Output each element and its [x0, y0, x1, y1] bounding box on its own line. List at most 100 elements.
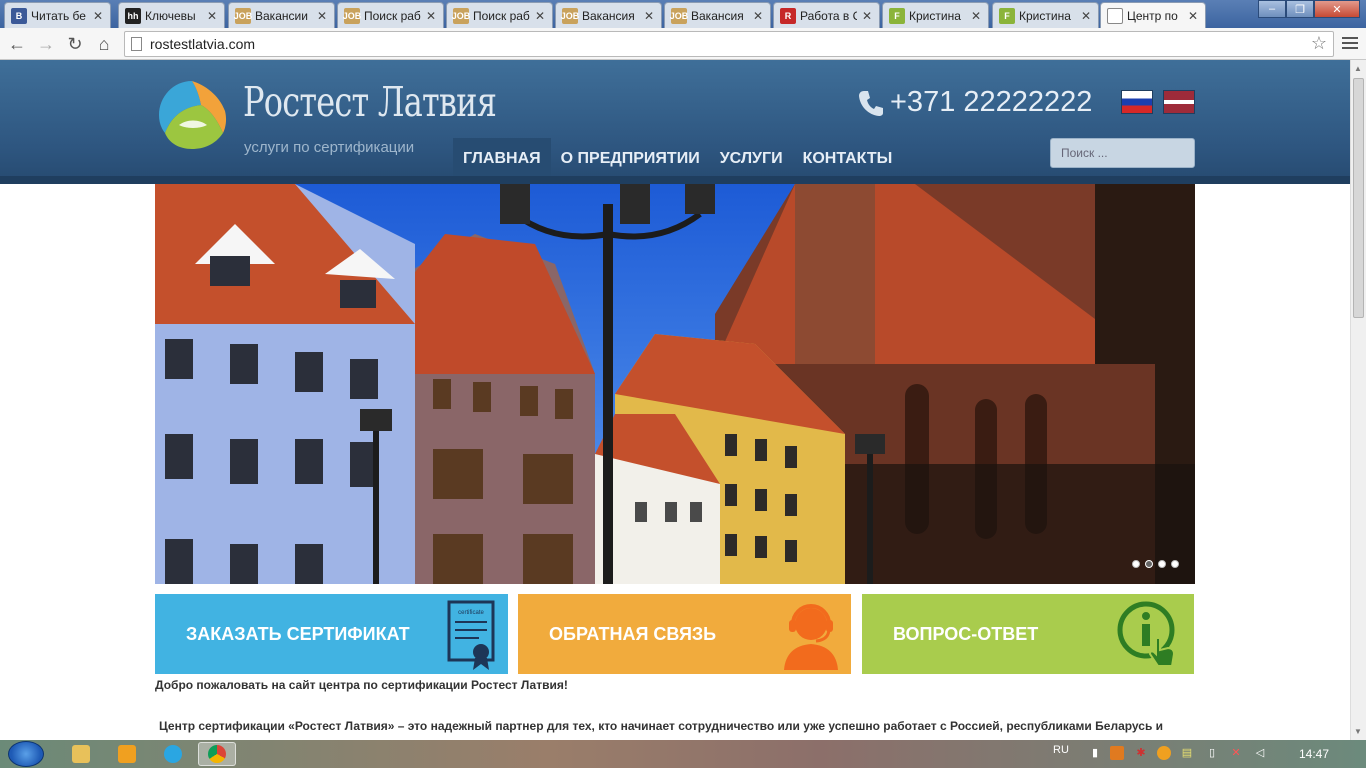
browser-tab[interactable]: B Читать бе ✕: [4, 2, 111, 28]
browser-toolbar: ← → ↻ ⌂ rostestlatvia.com ☆: [0, 28, 1366, 60]
nav-item[interactable]: КОНТАКТЫ: [793, 138, 903, 176]
search-input[interactable]: [1050, 138, 1195, 168]
close-tab-icon[interactable]: ✕: [425, 9, 437, 23]
clock[interactable]: 14:47: [1299, 747, 1329, 761]
nav-item[interactable]: О ПРЕДПРИЯТИИ: [551, 138, 710, 176]
back-arrow-icon[interactable]: ←: [6, 33, 28, 55]
order-certificate-button[interactable]: ЗАКАЗАТЬ СЕРТИФИКАТ certificate: [155, 594, 508, 674]
taskbar-explorer[interactable]: [62, 742, 100, 766]
bookmark-star-icon[interactable]: ☆: [1311, 33, 1327, 54]
network-icon[interactable]: ✕: [1229, 746, 1243, 760]
tab-title: Вакансия: [582, 8, 635, 23]
tab-favicon-icon: F: [999, 7, 1015, 24]
tab-title: Работа в С: [800, 8, 857, 23]
hero-slider[interactable]: [155, 184, 1195, 584]
close-tab-icon[interactable]: ✕: [534, 9, 546, 23]
tab-favicon-icon: F: [889, 7, 905, 24]
russian-flag-icon[interactable]: [1121, 90, 1153, 114]
certificate-icon: certificate: [447, 600, 495, 670]
tab-favicon-icon: JOB: [452, 7, 470, 24]
tab-title: Поиск раб: [473, 8, 530, 23]
media-player-icon: [118, 745, 136, 763]
phone-number[interactable]: +371 22222222: [890, 86, 1092, 119]
tab-title: Кристина: [909, 8, 961, 23]
close-tab-icon[interactable]: ✕: [861, 9, 873, 23]
tab-favicon-icon: JOB: [343, 7, 361, 24]
tab-title: Центр по: [1127, 8, 1178, 23]
slider-dots: [1132, 560, 1179, 568]
address-bar[interactable]: rostestlatvia.com ☆: [124, 31, 1334, 57]
close-tab-icon[interactable]: ✕: [643, 9, 655, 23]
antivirus-icon[interactable]: ✱: [1134, 746, 1148, 760]
taskbar-media-player[interactable]: [108, 742, 146, 766]
close-tab-icon[interactable]: ✕: [752, 9, 764, 23]
header-bottom-band: [0, 176, 1350, 184]
browser-tab[interactable]: JOB Поиск раб ✕: [337, 2, 444, 28]
close-tab-icon[interactable]: ✕: [970, 9, 982, 23]
battery-icon[interactable]: ▯: [1205, 746, 1219, 760]
home-icon[interactable]: ⌂: [93, 33, 115, 55]
signal-icon[interactable]: ▮: [1088, 746, 1102, 760]
slider-dot[interactable]: [1145, 560, 1153, 568]
close-tab-icon[interactable]: ✕: [206, 9, 218, 23]
language-indicator[interactable]: RU: [1053, 744, 1069, 756]
scrollbar-thumb[interactable]: [1353, 78, 1364, 318]
latvian-flag-icon[interactable]: [1163, 90, 1195, 114]
forward-arrow-icon[interactable]: →: [35, 33, 57, 55]
info-touch-icon: [1117, 601, 1176, 667]
tab-favicon-icon: JOB: [234, 7, 252, 24]
volume-icon[interactable]: ◁: [1253, 746, 1267, 760]
browser-tab[interactable]: Центр по ✕: [1100, 2, 1206, 28]
taskbar-chrome[interactable]: [198, 742, 236, 766]
close-window-button[interactable]: ✕: [1314, 0, 1360, 18]
browser-tab[interactable]: F Кристина ✕: [992, 2, 1099, 28]
page-icon: [131, 37, 142, 51]
faq-button[interactable]: ВОПРОС-ОТВЕТ: [862, 594, 1194, 674]
browser-menu-icon[interactable]: [1342, 34, 1358, 54]
browser-tab[interactable]: JOB Вакансии ✕: [228, 2, 335, 28]
browser-tab[interactable]: hh Ключевы ✕: [118, 2, 225, 28]
browser-tab[interactable]: JOB Вакансия ✕: [555, 2, 662, 28]
feedback-button[interactable]: ОБРАТНАЯ СВЯЗЬ: [518, 594, 851, 674]
tray-app-icon[interactable]: [1110, 746, 1124, 760]
tab-title: Ключевы: [145, 8, 196, 23]
browser-tab[interactable]: R Работа в С ✕: [773, 2, 880, 28]
slider-dot[interactable]: [1158, 560, 1166, 568]
tab-title: Вакансия: [691, 8, 744, 23]
start-button[interactable]: [8, 741, 44, 767]
close-tab-icon[interactable]: ✕: [1080, 9, 1092, 23]
slider-dot[interactable]: [1171, 560, 1179, 568]
notes-icon[interactable]: ▤: [1180, 746, 1194, 760]
tab-favicon-icon: JOB: [670, 7, 688, 24]
phone-icon: [859, 90, 883, 116]
tab-favicon-icon: R: [780, 7, 796, 24]
nav-item[interactable]: ГЛАВНАЯ: [453, 138, 551, 176]
update-icon[interactable]: [1157, 746, 1171, 760]
faq-label: ВОПРОС-ОТВЕТ: [893, 623, 1039, 644]
vertical-scrollbar[interactable]: ▲ ▼: [1350, 60, 1366, 740]
tab-title: Кристина: [1019, 8, 1071, 23]
minimize-button[interactable]: –: [1258, 0, 1286, 18]
tab-favicon-icon: hh: [125, 7, 141, 24]
reload-icon[interactable]: ↻: [64, 33, 86, 55]
browser-tab[interactable]: F Кристина ✕: [882, 2, 989, 28]
folder-icon: [72, 745, 90, 763]
skype-icon: [164, 745, 182, 763]
taskbar-skype[interactable]: [154, 742, 192, 766]
tab-title: Поиск раб: [364, 8, 421, 23]
browser-tab[interactable]: JOB Вакансия ✕: [664, 2, 771, 28]
slider-dot[interactable]: [1132, 560, 1140, 568]
certificate-icon-text: certificate: [458, 610, 484, 616]
close-tab-icon[interactable]: ✕: [92, 9, 104, 23]
logo-icon[interactable]: [155, 77, 229, 151]
browser-tab[interactable]: JOB Поиск раб ✕: [446, 2, 553, 28]
phone-block: +371 22222222: [858, 86, 1092, 119]
close-tab-icon[interactable]: ✕: [316, 9, 328, 23]
scroll-down-icon[interactable]: ▼: [1354, 727, 1362, 736]
close-tab-icon[interactable]: ✕: [1187, 9, 1199, 23]
logo-title[interactable]: Ростест Латвия: [243, 78, 497, 126]
maximize-button[interactable]: ❐: [1286, 0, 1314, 18]
scroll-up-icon[interactable]: ▲: [1354, 64, 1362, 73]
intro-paragraph: Центр сертификации «Ростест Латвия» – эт…: [159, 719, 1164, 733]
nav-item[interactable]: УСЛУГИ: [710, 138, 793, 176]
